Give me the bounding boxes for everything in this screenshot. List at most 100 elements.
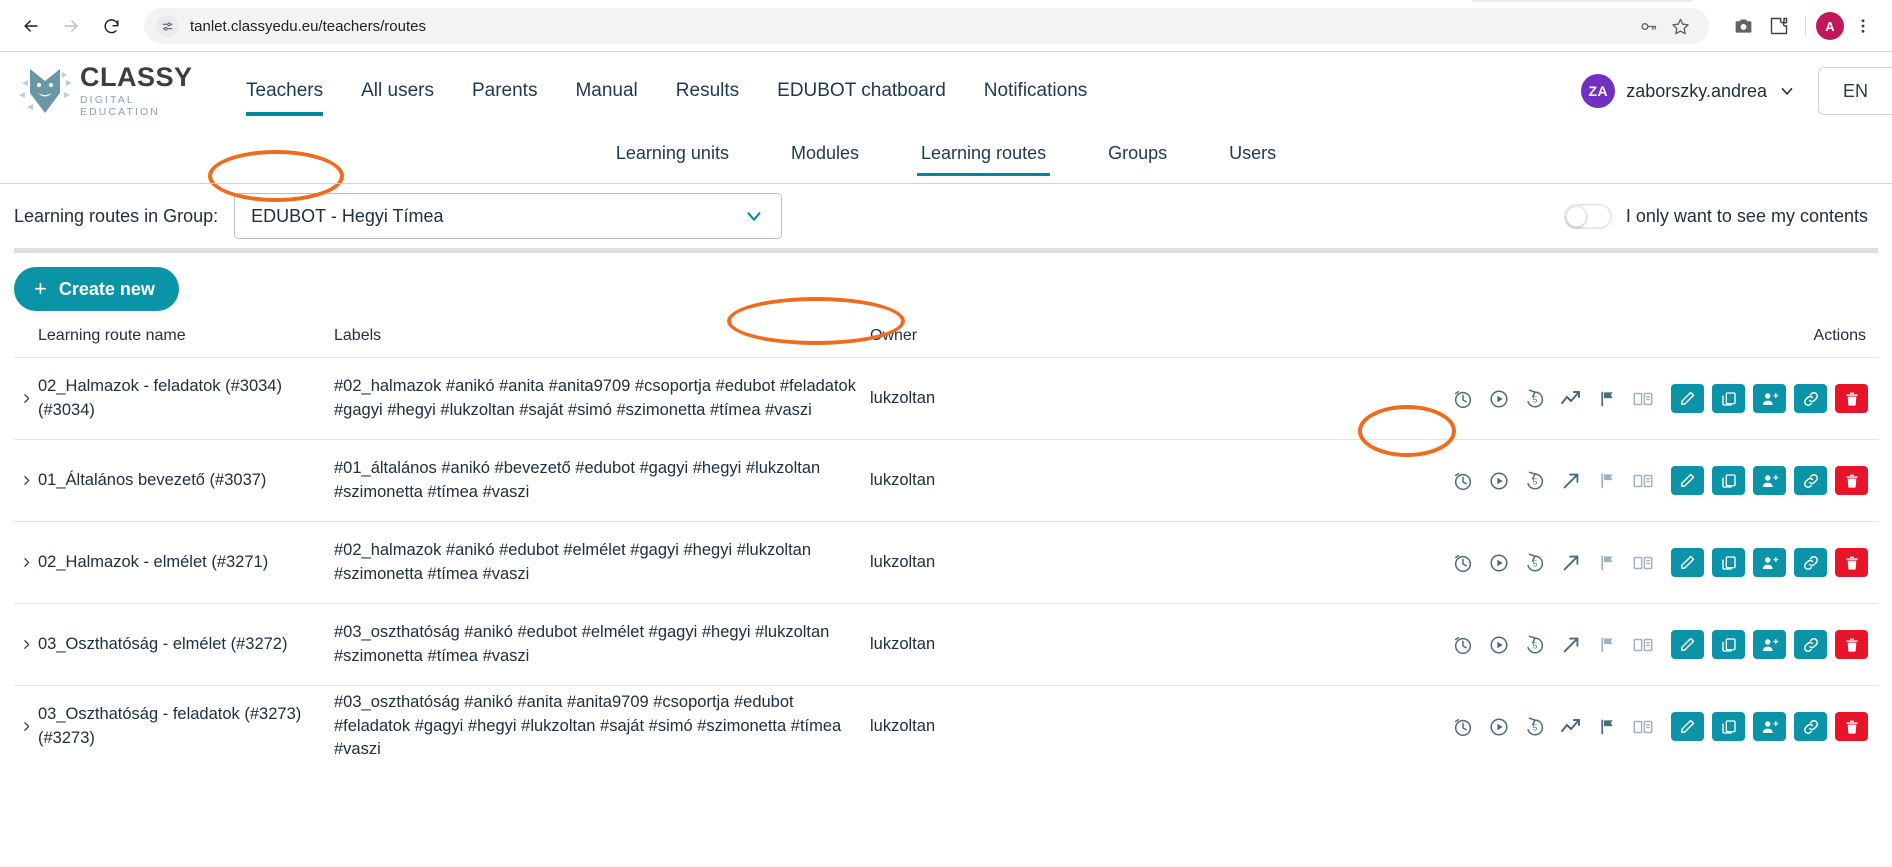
my-contents-toggle[interactable] — [1563, 203, 1612, 229]
link-icon[interactable] — [1794, 466, 1827, 495]
filter-row: Learning routes in Group: EDUBOT - Hegyi… — [0, 184, 1892, 248]
trend-zigzag-icon[interactable] — [1557, 713, 1585, 741]
edit-pencil-icon[interactable] — [1671, 548, 1704, 577]
delete-trash-icon[interactable] — [1835, 712, 1868, 741]
address-bar[interactable]: tanlet.classyedu.eu/teachers/routes — [144, 8, 1709, 44]
book-icon[interactable] — [1629, 467, 1657, 495]
chevron-right-icon[interactable] — [14, 556, 38, 569]
duplicate-icon[interactable] — [1712, 466, 1745, 495]
history-restore-icon[interactable]: 5 — [1521, 385, 1549, 413]
kebab-menu-icon[interactable] — [1848, 11, 1878, 41]
nav-item-notifications[interactable]: Notifications — [984, 74, 1088, 108]
group-select[interactable]: EDUBOT - Hegyi Tímea — [234, 193, 783, 239]
play-circle-icon[interactable] — [1485, 549, 1513, 577]
flag-icon[interactable] — [1593, 713, 1621, 741]
history-restore-icon[interactable]: 5 — [1521, 549, 1549, 577]
flag-icon[interactable] — [1593, 467, 1621, 495]
link-icon[interactable] — [1794, 384, 1827, 413]
duplicate-icon[interactable] — [1712, 712, 1745, 741]
route-labels: #03_oszthatóság #anikó #anita #anita9709… — [334, 692, 842, 759]
delete-trash-icon[interactable] — [1835, 466, 1868, 495]
arrow-up-right-icon[interactable] — [1557, 631, 1585, 659]
link-icon[interactable] — [1794, 548, 1827, 577]
edit-pencil-icon[interactable] — [1671, 630, 1704, 659]
history-restore-icon[interactable]: 5 — [1521, 631, 1549, 659]
timer-icon[interactable] — [1449, 713, 1477, 741]
chevron-right-icon[interactable] — [14, 638, 38, 651]
puzzle-icon[interactable] — [1763, 10, 1795, 42]
nav-item-results[interactable]: Results — [676, 74, 739, 108]
route-name: 02_Halmazok - elmélet (#3271) — [38, 552, 269, 571]
play-circle-icon[interactable] — [1485, 631, 1513, 659]
link-icon[interactable] — [1794, 712, 1827, 741]
assign-users-icon[interactable] — [1753, 384, 1786, 413]
delete-trash-icon[interactable] — [1835, 384, 1868, 413]
assign-users-icon[interactable] — [1753, 712, 1786, 741]
edit-pencil-icon[interactable] — [1671, 384, 1704, 413]
duplicate-icon[interactable] — [1712, 630, 1745, 659]
edit-pencil-icon[interactable] — [1671, 466, 1704, 495]
assign-users-icon[interactable] — [1753, 466, 1786, 495]
nav-item-manual[interactable]: Manual — [575, 74, 637, 108]
brand-logo[interactable]: CLASSY DIGITAL EDUCATION — [14, 63, 200, 119]
chevron-right-icon[interactable] — [14, 392, 38, 405]
trend-zigzag-icon[interactable] — [1557, 385, 1585, 413]
assign-users-icon[interactable] — [1753, 630, 1786, 659]
table-row[interactable]: 03_Oszthatóság - feladatok (#3273) (#327… — [14, 685, 1878, 767]
book-icon[interactable] — [1629, 385, 1657, 413]
arrow-up-right-icon[interactable] — [1557, 467, 1585, 495]
tab-modules[interactable]: Modules — [791, 143, 859, 170]
tab-users[interactable]: Users — [1229, 143, 1276, 170]
nav-item-edubot-chatboard[interactable]: EDUBOT chatboard — [777, 74, 946, 108]
chevron-right-icon[interactable] — [14, 720, 38, 733]
star-icon[interactable] — [1665, 11, 1695, 41]
history-restore-icon[interactable]: 5 — [1521, 467, 1549, 495]
route-name: 03_Oszthatóság - elmélet (#3272) — [38, 634, 288, 653]
history-restore-icon[interactable]: 5 — [1521, 713, 1549, 741]
nav-item-all-users[interactable]: All users — [361, 74, 434, 108]
table-row[interactable]: 03_Oszthatóság - elmélet (#3272) #03_osz… — [14, 603, 1878, 685]
play-circle-icon[interactable] — [1485, 385, 1513, 413]
avatar[interactable]: A — [1816, 12, 1844, 40]
tab-groups[interactable]: Groups — [1108, 143, 1167, 170]
duplicate-icon[interactable] — [1712, 384, 1745, 413]
nav-item-parents[interactable]: Parents — [472, 74, 537, 108]
create-new-button[interactable]: + Create new — [14, 267, 179, 311]
language-selector[interactable]: EN — [1818, 67, 1892, 115]
table-row[interactable]: 01_Általános bevezető (#3037) #01_általá… — [14, 439, 1878, 521]
camera-icon[interactable] — [1727, 10, 1759, 42]
my-contents-toggle-label: I only want to see my contents — [1625, 205, 1868, 226]
link-icon[interactable] — [1794, 630, 1827, 659]
user-menu[interactable]: ZA zaborszky.andrea — [1581, 74, 1796, 108]
flag-icon[interactable] — [1593, 631, 1621, 659]
chevron-right-icon[interactable] — [14, 474, 38, 487]
key-icon[interactable] — [1633, 11, 1663, 41]
tab-learning-units[interactable]: Learning units — [616, 143, 729, 170]
flag-icon[interactable] — [1593, 549, 1621, 577]
timer-icon[interactable] — [1449, 631, 1477, 659]
delete-trash-icon[interactable] — [1835, 630, 1868, 659]
book-icon[interactable] — [1629, 631, 1657, 659]
reload-icon[interactable] — [94, 9, 128, 43]
tab-learning-routes[interactable]: Learning routes — [916, 143, 1051, 176]
route-labels: #02_halmazok #anikó #anita #anita9709 #c… — [334, 376, 856, 419]
nav-item-teachers[interactable]: Teachers — [246, 74, 324, 116]
duplicate-icon[interactable] — [1712, 548, 1745, 577]
flag-icon[interactable] — [1593, 385, 1621, 413]
timer-icon[interactable] — [1449, 549, 1477, 577]
play-circle-icon[interactable] — [1485, 713, 1513, 741]
back-arrow-icon[interactable] — [14, 9, 48, 43]
assign-users-icon[interactable] — [1753, 548, 1786, 577]
site-settings-icon[interactable] — [156, 15, 178, 37]
play-circle-icon[interactable] — [1485, 467, 1513, 495]
edit-pencil-icon[interactable] — [1671, 712, 1704, 741]
book-icon[interactable] — [1629, 713, 1657, 741]
arrow-up-right-icon[interactable] — [1557, 549, 1585, 577]
timer-icon[interactable] — [1449, 385, 1477, 413]
delete-trash-icon[interactable] — [1835, 548, 1868, 577]
book-icon[interactable] — [1629, 549, 1657, 577]
table-row[interactable]: 02_Halmazok - feladatok (#3034) (#3034) … — [14, 357, 1878, 457]
forward-arrow-icon[interactable] — [54, 9, 88, 43]
timer-icon[interactable] — [1449, 467, 1477, 495]
table-row[interactable]: 02_Halmazok - elmélet (#3271) #02_halmaz… — [14, 521, 1878, 603]
